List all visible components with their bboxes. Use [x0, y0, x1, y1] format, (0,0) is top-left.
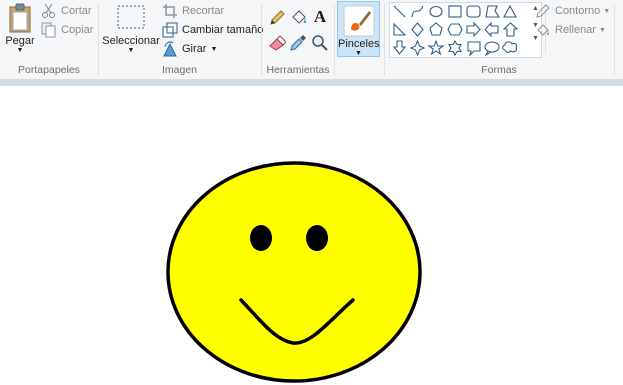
- chevron-down-icon: ▼: [16, 47, 24, 54]
- rotate-icon: [163, 41, 177, 57]
- brushes-button[interactable]: Pinceles ▼: [337, 1, 380, 57]
- separator: [614, 4, 615, 76]
- chevron-down-icon: ▼: [210, 45, 218, 53]
- pencil-icon[interactable]: [268, 9, 286, 27]
- right-arrow-icon[interactable]: [466, 21, 481, 38]
- select-button[interactable]: Seleccionar ▼: [102, 3, 160, 54]
- color-picker-icon[interactable]: [289, 34, 307, 52]
- clipboard-group-label: Portapapeles: [18, 64, 80, 76]
- eraser-icon[interactable]: [268, 34, 286, 52]
- hexagon-icon[interactable]: [447, 23, 463, 36]
- five-point-star-icon[interactable]: [427, 39, 445, 56]
- fill-label: Rellenar: [555, 24, 596, 36]
- chevron-down-icon: ▼: [127, 47, 135, 54]
- ribbon: Pegar ▼ Cortar Copiar Portapapeles Selec…: [0, 0, 623, 80]
- copy-label: Copiar: [61, 24, 94, 36]
- shapes-group-label: Formas: [481, 64, 517, 76]
- cut-button[interactable]: Cortar: [41, 3, 92, 19]
- tools-group: A Herramientas: [262, 0, 334, 79]
- shapes-group: ▲ ▼ ▼ Contorno ▼ Rellenar ▼ Formas: [385, 0, 613, 79]
- polygon-icon[interactable]: [485, 5, 501, 18]
- text-icon[interactable]: A: [311, 8, 329, 26]
- clipboard-icon: [9, 3, 31, 33]
- resize-button[interactable]: Cambiar tamaño: [162, 22, 263, 38]
- tools-group-label: Herramientas: [266, 64, 330, 76]
- scissors-icon: [42, 3, 55, 18]
- cut-label: Cortar: [61, 5, 92, 17]
- separator: [334, 4, 335, 76]
- line-icon[interactable]: [393, 5, 406, 18]
- six-point-star-icon[interactable]: [448, 39, 462, 57]
- crop-icon: [163, 4, 177, 18]
- right-triangle-icon[interactable]: [393, 22, 407, 36]
- clipboard-group: Pegar ▼ Cortar Copiar Portapapeles: [0, 0, 98, 79]
- rotate-button[interactable]: Girar ▼: [162, 41, 217, 57]
- smiley-face: [166, 161, 422, 383]
- left-arrow-icon[interactable]: [484, 21, 499, 38]
- image-group-label: Imagen: [161, 64, 198, 76]
- shapes-gallery: [389, 2, 532, 58]
- outline-button[interactable]: Contorno ▼: [535, 3, 610, 19]
- rotate-label: Girar: [182, 43, 207, 55]
- cloud-callout-icon[interactable]: [502, 41, 518, 53]
- four-point-star-icon[interactable]: [409, 39, 426, 57]
- triangle-icon[interactable]: [503, 4, 517, 18]
- diamond-icon[interactable]: [411, 22, 424, 37]
- oval-icon[interactable]: [429, 5, 443, 18]
- chevron-down-icon: ▼: [355, 50, 362, 57]
- copy-icon: [41, 22, 56, 38]
- down-arrow-icon[interactable]: [392, 40, 407, 55]
- paste-button[interactable]: Pegar ▼: [2, 3, 38, 54]
- oval-callout-icon[interactable]: [484, 41, 500, 57]
- select-label: Seleccionar: [102, 35, 160, 47]
- pentagon-icon[interactable]: [429, 22, 443, 36]
- image-group: Seleccionar ▼ Recortar Cambiar tamaño Gi…: [99, 0, 263, 79]
- left-eye: [250, 225, 272, 251]
- select-icon: [117, 5, 145, 29]
- fill-button[interactable]: Rellenar ▼: [535, 22, 606, 38]
- resize-icon: [162, 22, 178, 38]
- curve-icon[interactable]: [411, 5, 424, 18]
- rounded-rectangle-icon[interactable]: [466, 5, 481, 18]
- outline-label: Contorno: [555, 5, 601, 17]
- brush-icon: [343, 5, 375, 37]
- fill-bucket-icon: [537, 24, 549, 36]
- right-eye: [306, 225, 328, 251]
- outline-pen-icon: [536, 4, 550, 18]
- paste-label: Pegar: [5, 35, 35, 47]
- rectangle-icon[interactable]: [448, 5, 462, 18]
- magnifier-icon[interactable]: [311, 34, 329, 52]
- resize-label: Cambiar tamaño: [182, 24, 264, 36]
- rounded-callout-icon[interactable]: [467, 41, 481, 57]
- copy-button[interactable]: Copiar: [41, 22, 93, 38]
- drawing-canvas[interactable]: [0, 86, 623, 385]
- chevron-down-icon: ▼: [598, 26, 606, 34]
- crop-button[interactable]: Recortar: [162, 3, 224, 19]
- brushes-label: Pinceles: [338, 38, 380, 50]
- chevron-down-icon: ▼: [603, 7, 611, 15]
- crop-label: Recortar: [182, 5, 225, 17]
- fill-bucket-icon[interactable]: [289, 9, 307, 27]
- up-arrow-icon[interactable]: [502, 22, 519, 37]
